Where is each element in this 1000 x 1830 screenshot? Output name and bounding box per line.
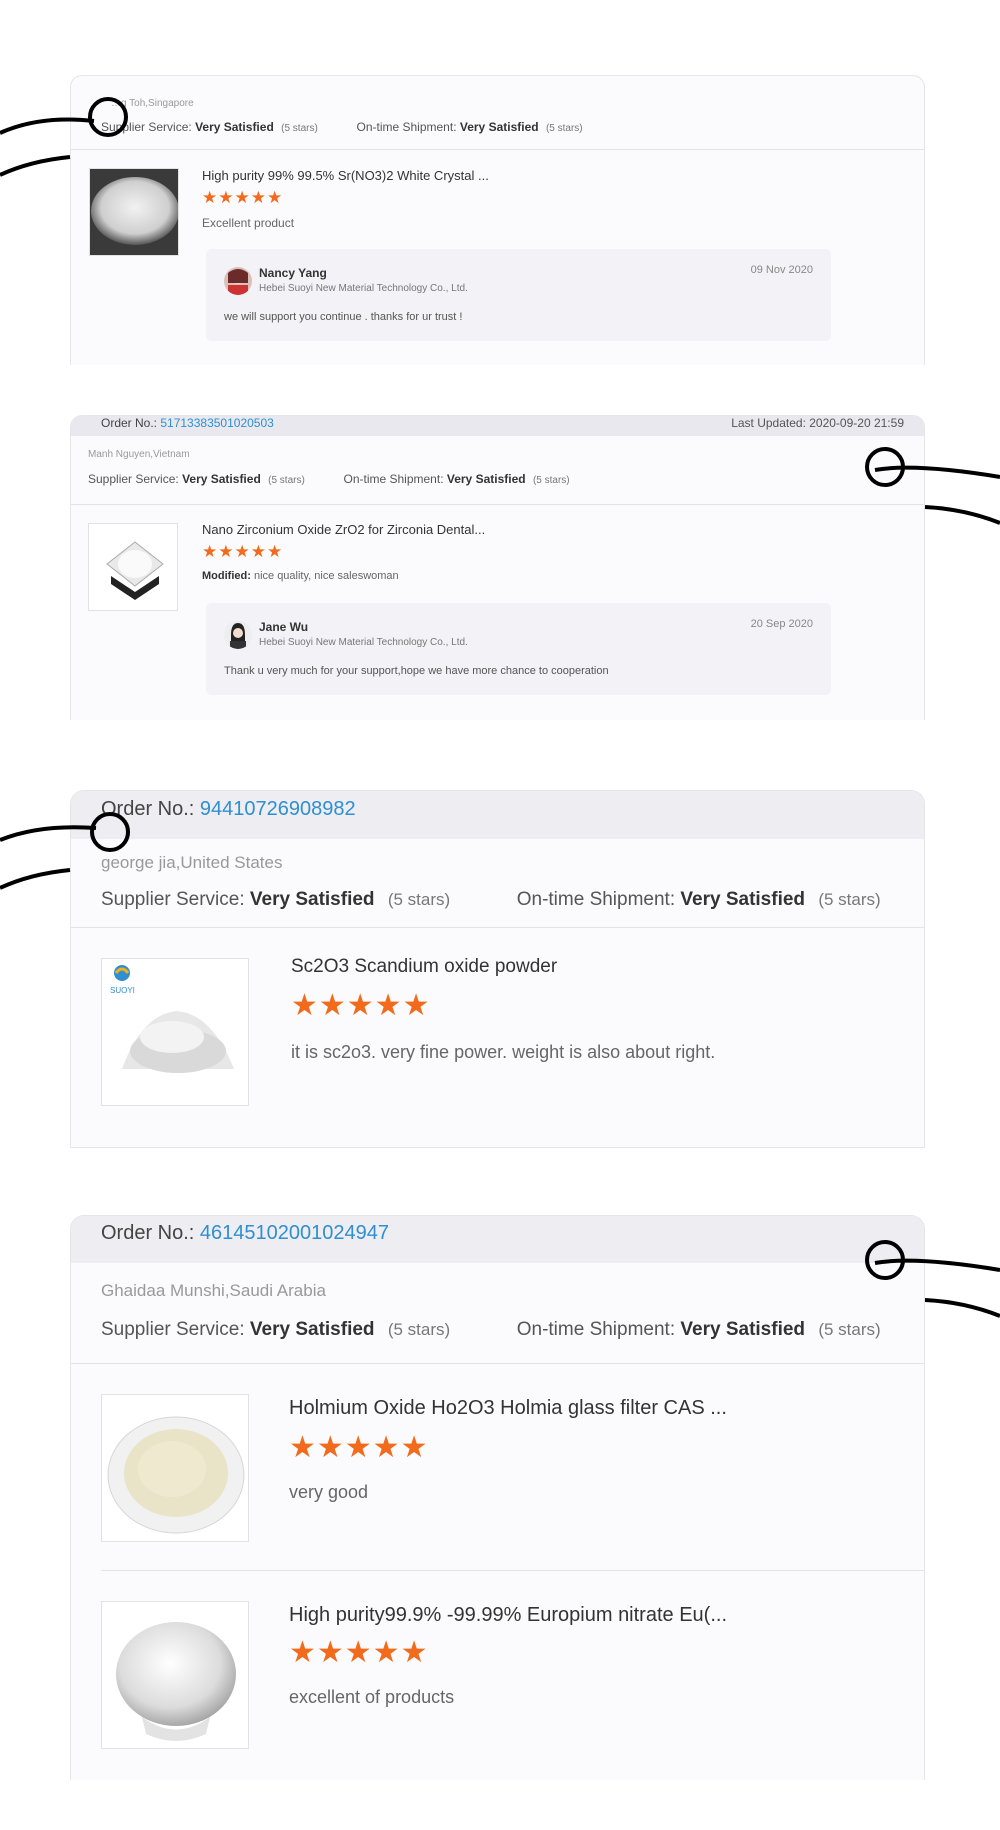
reply-text: Thank u very much for your support,hope … [224, 665, 609, 677]
product-title[interactable]: Nano Zirconium Oxide ZrO2 for Zirconia D… [202, 522, 485, 537]
shipment-value: Very Satisfied [680, 1319, 806, 1340]
product-item: Nano Zirconium Oxide ZrO2 for Zirconia D… [71, 505, 924, 720]
last-updated: Last Updated: 2020-09-20 21:59 [731, 416, 904, 430]
shipment-label: On-time Shipment: [356, 120, 457, 134]
order-header: Order No.: 51713383501020503 Last Update… [71, 416, 924, 436]
supplier-service-value: Very Satisfied [249, 889, 375, 910]
europium-nitrate-image-icon [116, 1622, 236, 1741]
avatar [224, 621, 252, 649]
product-image[interactable] [101, 1601, 249, 1749]
scandium-powder-image-icon: SUOYI [110, 965, 234, 1073]
reply-date: 09 Nov 2020 [750, 264, 813, 276]
avatar [224, 267, 252, 295]
rating-row: Supplier Service: Very Satisfied (5 star… [101, 1319, 881, 1341]
rating-stars: ★★★★★ [289, 1431, 429, 1464]
reviewer-name: Manh Nguyen,Vietnam [88, 449, 190, 460]
review-card-1: …g Toh,Singapore Supplier Service: Very … [70, 75, 925, 365]
order-number-link[interactable]: 46145102001024947 [200, 1222, 389, 1244]
review-comment: Excellent product [202, 216, 295, 230]
reply-author: Nancy Yang [259, 266, 327, 280]
review-comment: excellent of products [289, 1687, 455, 1707]
scribble-right-1 [865, 447, 1000, 525]
scribble-left-2 [0, 812, 130, 890]
supplier-service-stars: (5 stars) [268, 475, 305, 486]
product-title[interactable]: Holmium Oxide Ho2O3 Holmia glass filter … [289, 1397, 727, 1420]
rating-row: Supplier Service: Very Satisfied (5 star… [88, 472, 570, 486]
reply-date: 20 Sep 2020 [750, 618, 813, 630]
rating-row: Supplier Service: Very Satisfied (5 star… [101, 120, 583, 134]
avatar-image-icon [230, 623, 246, 649]
seller-reply: Nancy Yang Hebei Suoyi New Material Tech… [206, 249, 831, 341]
rating-stars: ★★★★★ [202, 188, 284, 207]
reply-company: Hebei Suoyi New Material Technology Co.,… [259, 637, 468, 648]
shipment-value: Very Satisfied [680, 889, 806, 910]
reviewer-name: Ghaidaa Munshi,Saudi Arabia [101, 1281, 326, 1300]
shipment-value: Very Satisfied [459, 120, 539, 134]
shipment-value: Very Satisfied [446, 472, 526, 486]
review-comment: it is sc2o3. very fine power. weight is … [291, 1042, 716, 1062]
review-meta: Ghaidaa Munshi,Saudi Arabia Supplier Ser… [71, 1263, 924, 1363]
shipment-stars: (5 stars) [545, 123, 583, 134]
supplier-service-value: Very Satisfied [195, 120, 274, 134]
shipment-label: On-time Shipment: [516, 1319, 676, 1340]
reply-company: Hebei Suoyi New Material Technology Co.,… [259, 283, 468, 294]
reply-author: Jane Wu [259, 620, 309, 634]
review-card-4: Order No.: 46145102001024947 Ghaidaa Mun… [70, 1215, 925, 1780]
rating-row: Supplier Service: Very Satisfied (5 star… [101, 889, 881, 911]
product-item: Holmium Oxide Ho2O3 Holmia glass filter … [71, 1364, 924, 1570]
supplier-service-stars: (5 stars) [387, 1320, 451, 1339]
review-meta: …g Toh,Singapore Supplier Service: Very … [71, 76, 924, 149]
order-label: Order No.: [101, 1222, 195, 1244]
comment-modified-label: Modified: [202, 570, 251, 582]
scribble-right-2 [865, 1240, 1000, 1318]
product-item: High purity99.9% -99.99% Europium nitrat… [71, 1571, 924, 1780]
product-title[interactable]: Sc2O3 Scandium oxide powder [291, 956, 557, 978]
holmium-oxide-dish-image-icon [107, 1416, 245, 1534]
review-comment: Modified: nice quality, nice saleswoman [202, 570, 399, 582]
supplier-service-label: Supplier Service: [88, 472, 179, 486]
order-header: Order No.: 46145102001024947 [71, 1216, 924, 1263]
order-number-link[interactable]: 94410726908982 [200, 798, 356, 820]
review-meta: Manh Nguyen,Vietnam Supplier Service: Ve… [71, 436, 924, 504]
review-meta: george jia,United States Supplier Servic… [71, 839, 924, 927]
review-card-3: Order No.: 94410726908982 george jia,Uni… [70, 790, 925, 1148]
product-item: SUOYI Sc2O3 Scandium oxide powder ★★★★★ … [71, 928, 924, 1147]
review-comment: very good [289, 1482, 369, 1502]
shipment-label: On-time Shipment: [516, 889, 676, 910]
rating-stars: ★★★★★ [202, 542, 284, 561]
shipment-stars: (5 stars) [532, 475, 570, 486]
review-card-2: Order No.: 51713383501020503 Last Update… [70, 415, 925, 720]
zirconia-disc-image-icon [106, 541, 164, 600]
avatar-image-icon [228, 269, 248, 295]
supplier-service-value: Very Satisfied [249, 1319, 375, 1340]
comment-text: nice quality, nice saleswoman [253, 570, 399, 582]
order-number-link[interactable]: 51713383501020503 [160, 416, 273, 430]
rating-stars: ★★★★★ [289, 1636, 429, 1669]
scribble-left-1 [0, 97, 128, 177]
brand-logo-text: SUOYI [110, 986, 135, 995]
supplier-service-value: Very Satisfied [182, 472, 261, 486]
rating-stars: ★★★★★ [291, 989, 431, 1022]
supplier-service-label: Supplier Service: [101, 1319, 245, 1340]
product-title[interactable]: High purity99.9% -99.99% Europium nitrat… [289, 1604, 727, 1627]
order-label: Order No.: [101, 416, 158, 430]
product-image[interactable] [88, 523, 178, 611]
shipment-label: On-time Shipment: [343, 472, 444, 486]
supplier-service-stars: (5 stars) [281, 123, 318, 134]
supplier-service-stars: (5 stars) [387, 890, 451, 909]
seller-reply: Jane Wu Hebei Suoyi New Material Technol… [206, 603, 831, 695]
product-image[interactable] [101, 1394, 249, 1542]
shipment-stars: (5 stars) [818, 890, 881, 909]
product-title[interactable]: High purity 99% 99.5% Sr(NO3)2 White Cry… [202, 168, 489, 183]
product-image[interactable]: SUOYI [101, 958, 249, 1106]
product-item: High purity 99% 99.5% Sr(NO3)2 White Cry… [71, 150, 924, 365]
order-header: Order No.: 94410726908982 [71, 791, 924, 839]
reply-text: we will support you continue . thanks fo… [224, 311, 463, 323]
